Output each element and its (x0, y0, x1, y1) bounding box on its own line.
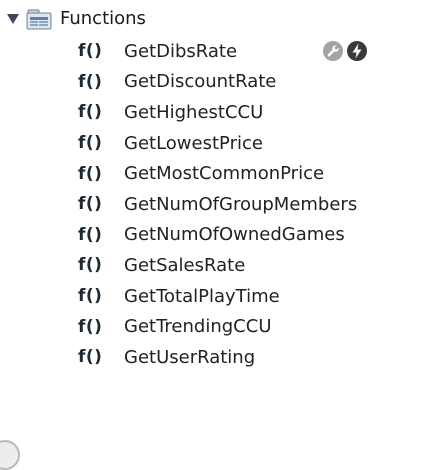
function-row[interactable]: f() GetMostCommonPrice (78, 158, 428, 189)
function-row[interactable]: f() GetNumOfGroupMembers (78, 189, 428, 220)
function-name: GetDiscountRate (124, 71, 277, 93)
function-type-badge: f() (78, 347, 103, 368)
function-row[interactable]: f() GetSalesRate (78, 250, 428, 281)
function-name: GetTrendingCCU (124, 316, 272, 338)
function-row[interactable]: f() GetDibsRate (78, 36, 428, 67)
function-type-badge: f() (78, 133, 103, 154)
function-list: f() GetDibsRate f() GetDiscountRate f() GetHi… (78, 36, 428, 373)
function-type-badge: f() (78, 41, 103, 62)
row-actions (322, 40, 368, 62)
function-row[interactable]: f() GetDiscountRate (78, 67, 428, 98)
functions-tree: Functions f() GetDibsRate f() GetDiscountRa… (0, 0, 433, 470)
function-type-badge: f() (78, 71, 103, 92)
triangle-down-icon[interactable] (4, 10, 22, 28)
function-name: GetSalesRate (124, 254, 246, 276)
function-row[interactable]: f() GetNumOfOwnedGames (78, 220, 428, 251)
function-name: GetNumOfGroupMembers (124, 193, 358, 215)
function-type-badge: f() (78, 286, 103, 307)
function-row[interactable]: f() GetLowestPrice (78, 128, 428, 159)
function-name: GetNumOfOwnedGames (124, 224, 345, 246)
function-name: GetTotalPlayTime (124, 285, 280, 307)
function-name: GetDibsRate (124, 40, 238, 62)
functions-folder-row[interactable]: Functions (4, 4, 146, 34)
wrench-icon[interactable] (322, 40, 344, 62)
function-type-badge: f() (78, 102, 103, 123)
partial-circle-icon (0, 440, 20, 470)
function-name: GetUserRating (124, 346, 256, 368)
function-name: GetLowestPrice (124, 132, 263, 154)
lightning-icon[interactable] (346, 40, 368, 62)
folder-label: Functions (60, 8, 146, 29)
function-type-badge: f() (78, 316, 103, 337)
function-row[interactable]: f() GetTotalPlayTime (78, 281, 428, 312)
function-type-badge: f() (78, 224, 103, 245)
function-row[interactable]: f() GetUserRating (78, 342, 428, 373)
function-type-badge: f() (78, 163, 103, 184)
folder-table-icon (26, 7, 52, 31)
function-type-badge: f() (78, 255, 103, 276)
function-type-badge: f() (78, 194, 103, 215)
function-name: GetMostCommonPrice (124, 163, 325, 185)
function-name: GetHighestCCU (124, 101, 264, 123)
function-row[interactable]: f() GetTrendingCCU (78, 311, 428, 342)
function-row[interactable]: f() GetHighestCCU (78, 97, 428, 128)
